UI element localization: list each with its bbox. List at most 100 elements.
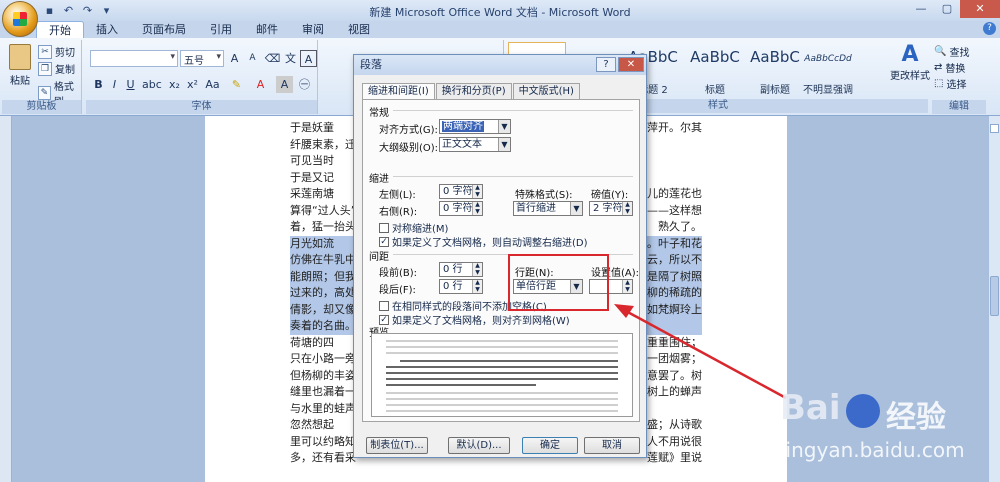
by-value: 2 字符	[593, 203, 623, 214]
document-line-text: 里可以约略知	[290, 435, 356, 448]
spinner-arrows-icon[interactable]: ▲ ▼	[472, 184, 482, 198]
enclose-char-icon[interactable]: ㊀	[296, 76, 313, 93]
preview-line	[386, 392, 618, 394]
shrink-font-icon[interactable]: A	[244, 50, 261, 67]
cancel-button[interactable]: 取消	[584, 437, 640, 454]
tab-page-layout[interactable]: 页面布局	[130, 21, 198, 38]
spinner-arrows-icon[interactable]: ▲ ▼	[622, 201, 632, 215]
office-button[interactable]	[2, 1, 38, 37]
font-name-combo[interactable]	[90, 50, 178, 67]
scissors-icon: ✂	[38, 44, 52, 59]
document-line-tail: 盛；从诗歌	[647, 418, 702, 431]
paste-button[interactable]: 粘贴	[6, 44, 34, 94]
select-button[interactable]: ⬚ 选择	[934, 76, 966, 91]
style-item[interactable]: AaBbC 副标题	[746, 42, 804, 98]
font-color-icon[interactable]: A	[252, 76, 269, 93]
tab-indents-spacing[interactable]: 缩进和间距(I)	[362, 83, 435, 100]
change-case-icon[interactable]: Aa	[204, 76, 221, 93]
tabs-button[interactable]: 制表位(T)...	[366, 437, 428, 454]
italic-icon[interactable]: I	[106, 76, 123, 93]
font-size-combo[interactable]: 五号	[180, 50, 224, 67]
close-icon[interactable]: ✕	[960, 0, 1000, 18]
preview-line	[386, 372, 618, 374]
char-shading-icon[interactable]: A	[276, 76, 293, 93]
cut-label: 剪切	[55, 48, 75, 59]
dialog-help-icon[interactable]: ?	[596, 57, 616, 72]
document-line-text: 于是又记	[290, 171, 334, 184]
border-char-icon[interactable]: A	[300, 50, 317, 67]
find-button[interactable]: 🔍 查找	[934, 44, 969, 59]
alignment-select[interactable]: 两端对齐 ▼	[439, 119, 511, 134]
spacing-section-title: 间距	[369, 252, 389, 263]
minimize-icon[interactable]: —	[908, 0, 934, 18]
style-name: 副标题	[760, 85, 790, 96]
highlight-icon[interactable]: ✎	[228, 76, 245, 93]
outline-level-select[interactable]: 正文文本 ▼	[439, 137, 511, 152]
spinner-arrows-icon[interactable]: ▲ ▼	[472, 262, 482, 276]
preview-line	[386, 352, 618, 354]
tab-line-page-breaks[interactable]: 换行和分页(P)	[435, 83, 512, 100]
mirror-indent-checkbox[interactable]: 对称缩进(M)	[379, 220, 448, 235]
ribbon-tabs: 开始 插入 页面布局 引用 邮件 审阅 视图	[0, 21, 1000, 38]
phonetic-icon[interactable]: 文	[282, 50, 299, 67]
outline-level-value: 正文文本	[442, 139, 482, 150]
tab-view[interactable]: 视图	[336, 21, 382, 38]
checkmark-icon: ✓	[379, 314, 389, 325]
scroll-thumb[interactable]	[990, 276, 999, 316]
superscript-icon[interactable]: x²	[184, 76, 201, 93]
right-indent-label: 右侧(R):	[379, 207, 418, 218]
special-format-select[interactable]: 首行缩进 ▼	[513, 201, 583, 216]
preview-line	[386, 366, 618, 368]
grow-font-icon[interactable]: A	[226, 50, 243, 67]
right-indent-value: 0 字符	[443, 203, 473, 214]
chevron-down-icon: ▼	[498, 120, 510, 133]
document-line-tail: 萍开。尔其	[647, 121, 702, 134]
preview-line	[386, 384, 536, 386]
spinner-arrows-icon[interactable]: ▲ ▼	[472, 279, 482, 293]
style-item[interactable]: AaBbC 标题	[686, 42, 744, 98]
snap-to-grid-checkbox[interactable]: ✓ 如果定义了文档网格，则对齐到网格(W)	[379, 312, 570, 327]
select-icon: ⬚	[934, 78, 944, 89]
document-line-text: 过来的，高处	[290, 286, 356, 299]
right-indent-spinner[interactable]: 0 字符 ▲ ▼	[439, 201, 483, 216]
strikethrough-icon[interactable]: abc	[142, 76, 162, 93]
document-line-tail: 一团烟雾；	[647, 352, 702, 365]
cut-button[interactable]: ✂ 剪切	[38, 44, 75, 59]
auto-adjust-indent-checkbox[interactable]: ✓ 如果定义了文档网格，则自动调整右缩进(D)	[379, 234, 588, 249]
tab-home[interactable]: 开始	[36, 21, 84, 38]
editing-group-label: 编辑	[932, 100, 986, 114]
tab-references[interactable]: 引用	[198, 21, 244, 38]
document-line-text: 只在小路一旁	[290, 352, 356, 365]
tab-review[interactable]: 审阅	[290, 21, 336, 38]
help-icon[interactable]: ?	[983, 22, 996, 35]
by-spinner[interactable]: 2 字符 ▲ ▼	[589, 201, 633, 216]
bold-icon[interactable]: B	[90, 76, 107, 93]
style-item[interactable]: AaBbCcDd 不明显强调	[800, 42, 856, 98]
spinner-arrows-icon[interactable]: ▲ ▼	[472, 201, 482, 215]
document-line-tail: 是隔了树照	[647, 270, 702, 283]
space-before-spinner[interactable]: 0 行 ▲ ▼	[439, 262, 483, 277]
left-indent-spinner[interactable]: 0 字符 ▲ ▼	[439, 184, 483, 199]
set-default-button[interactable]: 默认(D)...	[448, 437, 510, 454]
dialog-close-icon[interactable]: ✕	[618, 57, 644, 72]
replace-button[interactable]: ⇄ 替换	[934, 60, 965, 75]
view-ruler-icon[interactable]	[990, 124, 999, 133]
tab-insert[interactable]: 插入	[84, 21, 130, 38]
space-after-spinner[interactable]: 0 行 ▲ ▼	[439, 279, 483, 294]
maximize-icon[interactable]: ▢	[934, 0, 960, 18]
ok-button[interactable]: 确定	[522, 437, 578, 454]
clear-format-icon[interactable]: ⌫	[264, 50, 281, 67]
paste-icon	[9, 44, 31, 70]
font-group: 五号 A A ⌫ 文 A B I U abc x₂ x² Aa ✎ A A ㊀ …	[86, 40, 318, 114]
outline-level-label: 大纲级别(O):	[379, 143, 439, 154]
document-line-tail: 如梵婀玲上	[647, 303, 702, 316]
copy-button[interactable]: ❐ 复制	[38, 61, 75, 76]
change-styles-button[interactable]: A 更改样式	[890, 42, 930, 92]
underline-icon[interactable]: U	[122, 76, 139, 93]
baidu-watermark: Bai 经验 jingyan.baidu.com	[760, 388, 990, 478]
tab-mailings[interactable]: 邮件	[244, 21, 290, 38]
subscript-icon[interactable]: x₂	[166, 76, 183, 93]
spinner-arrows-icon[interactable]: ▲ ▼	[622, 279, 632, 293]
alignment-value: 两端对齐	[442, 121, 484, 132]
tab-asian-typography[interactable]: 中文版式(H)	[512, 83, 580, 100]
